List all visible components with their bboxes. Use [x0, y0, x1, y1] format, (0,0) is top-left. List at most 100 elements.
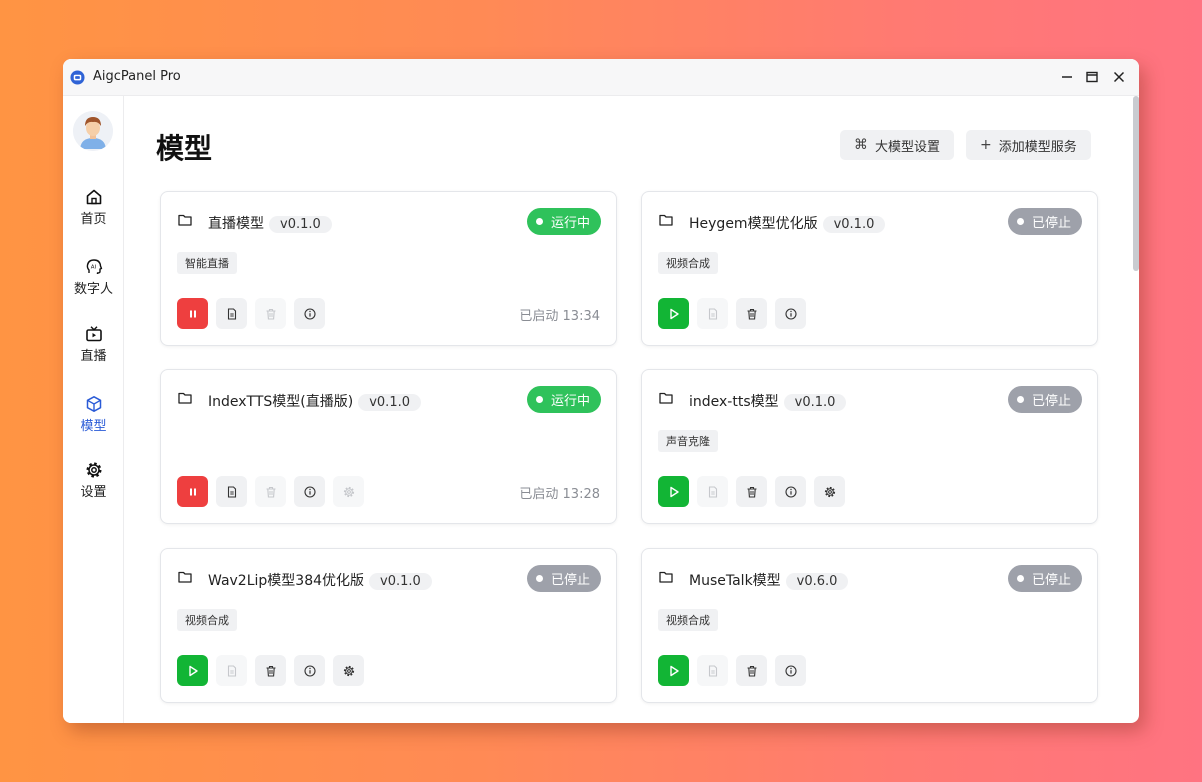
log-button[interactable] [216, 655, 247, 686]
status-badge: 已停止 [1007, 565, 1082, 592]
info-button[interactable] [775, 298, 806, 329]
trash-icon [266, 665, 275, 677]
config-button[interactable] [814, 476, 845, 507]
pause-icon [189, 488, 196, 495]
folder-icon[interactable] [659, 571, 673, 583]
model-card-wav2lip: Wav2Lip模型384优化版 v0.1.0 已停止 视频合成 [160, 548, 617, 703]
info-button[interactable] [294, 476, 325, 507]
status-badge: 已停止 [1007, 386, 1082, 413]
plus-icon: + [980, 137, 992, 153]
card-actions [177, 476, 372, 507]
delete-button[interactable] [736, 298, 767, 329]
close-icon [1113, 71, 1125, 83]
folder-icon[interactable] [178, 392, 192, 404]
stop-button[interactable] [177, 476, 208, 507]
log-button[interactable] [697, 476, 728, 507]
sidebar: 首页 AI 数字人 直播 模型 设置 [63, 96, 124, 723]
status-dot [535, 218, 543, 225]
trash-icon [266, 486, 275, 498]
log-button[interactable] [216, 476, 247, 507]
llm-settings-label: 大模型设置 [875, 139, 941, 155]
model-card-indextts-live: IndexTTS模型(直播版) v0.1.0 运行中 已启动 13:28 [160, 369, 617, 524]
started-time: 已启动 13:34 [519, 309, 600, 324]
info-icon [303, 307, 316, 320]
status-dot [1016, 218, 1024, 225]
sidebar-item-label: 直播 [80, 349, 107, 364]
model-card-heygem: Heygem模型优化版 v0.1.0 已停止 视频合成 [641, 191, 1098, 346]
gear-icon [343, 665, 354, 676]
close-button[interactable] [1109, 67, 1129, 87]
scrollbar[interactable] [1133, 96, 1139, 271]
document-icon [708, 307, 717, 320]
info-button[interactable] [775, 655, 806, 686]
minimize-button[interactable] [1057, 67, 1077, 87]
add-model-service-button[interactable]: + 添加模型服务 [966, 130, 1091, 160]
config-button[interactable] [333, 476, 364, 507]
delete-button[interactable] [736, 655, 767, 686]
app-logo-icon [70, 70, 85, 85]
model-card-live: 直播模型 v0.1.0 运行中 智能直播 已启动 13:34 [160, 191, 617, 346]
sidebar-item-digital-human[interactable]: AI 数字人 [63, 254, 124, 304]
start-button[interactable] [658, 476, 689, 507]
delete-button[interactable] [255, 476, 286, 507]
status-text: 已停止 [1031, 573, 1071, 588]
maximize-button[interactable] [1082, 67, 1102, 87]
start-button[interactable] [658, 655, 689, 686]
start-button[interactable] [177, 655, 208, 686]
log-button[interactable] [697, 655, 728, 686]
user-avatar-icon [73, 111, 113, 151]
sidebar-item-model[interactable]: 模型 [63, 391, 124, 441]
stop-button[interactable] [177, 298, 208, 329]
home-icon [86, 189, 101, 205]
sidebar-item-label: 数字人 [73, 282, 113, 297]
model-name: index-tts模型 v0.1.0 [689, 391, 847, 411]
status-badge: 已停止 [526, 565, 601, 592]
delete-button[interactable] [736, 476, 767, 507]
start-button[interactable] [658, 298, 689, 329]
model-name: Wav2Lip模型384优化版 v0.1.0 [208, 570, 432, 590]
info-icon [303, 664, 316, 677]
status-dot [1016, 396, 1024, 403]
sidebar-item-home[interactable]: 首页 [63, 184, 124, 234]
started-time: 已启动 13:28 [519, 487, 600, 502]
info-button[interactable] [294, 655, 325, 686]
version-badge: v0.1.0 [822, 216, 886, 233]
card-actions [177, 655, 372, 686]
cube-icon [86, 396, 101, 412]
avatar[interactable] [73, 111, 113, 151]
log-button[interactable] [216, 298, 247, 329]
folder-icon[interactable] [659, 214, 673, 226]
info-button[interactable] [775, 476, 806, 507]
main-content: 模型 ⌘ 大模型设置 + 添加模型服务 直播模型 v0.1.0 运行中 智能直播 … [124, 96, 1139, 723]
status-badge: 已停止 [1007, 208, 1082, 235]
llm-settings-button[interactable]: ⌘ 大模型设置 [840, 130, 955, 160]
play-icon [669, 308, 679, 319]
folder-icon[interactable] [659, 392, 673, 404]
command-icon: ⌘ [854, 137, 868, 153]
model-tag: 智能直播 [177, 252, 237, 274]
folder-icon[interactable] [178, 214, 192, 226]
status-text: 已停止 [1031, 394, 1071, 409]
model-name-text: 直播模型 [208, 216, 264, 232]
config-button[interactable] [333, 655, 364, 686]
trash-icon [747, 308, 756, 320]
sidebar-item-settings[interactable]: 设置 [63, 457, 124, 507]
folder-icon[interactable] [178, 571, 192, 583]
log-button[interactable] [697, 298, 728, 329]
delete-button[interactable] [255, 655, 286, 686]
info-button[interactable] [294, 298, 325, 329]
model-name-text: Wav2Lip模型384优化版 [208, 573, 365, 589]
sidebar-item-live[interactable]: 直播 [63, 321, 124, 371]
play-icon [188, 665, 198, 676]
window-title: AigcPanel Pro [93, 69, 181, 84]
model-card-musetalk: MuseTalk模型 v0.6.0 已停止 视频合成 [641, 548, 1098, 703]
add-model-service-label: 添加模型服务 [998, 139, 1077, 155]
model-tag: 视频合成 [177, 609, 237, 631]
card-actions [658, 655, 814, 686]
model-name: Heygem模型优化版 v0.1.0 [689, 213, 886, 233]
model-name-text: MuseTalk模型 [689, 573, 781, 589]
play-icon [669, 486, 679, 497]
document-icon [708, 485, 717, 498]
gear-icon [86, 462, 101, 478]
delete-button[interactable] [255, 298, 286, 329]
